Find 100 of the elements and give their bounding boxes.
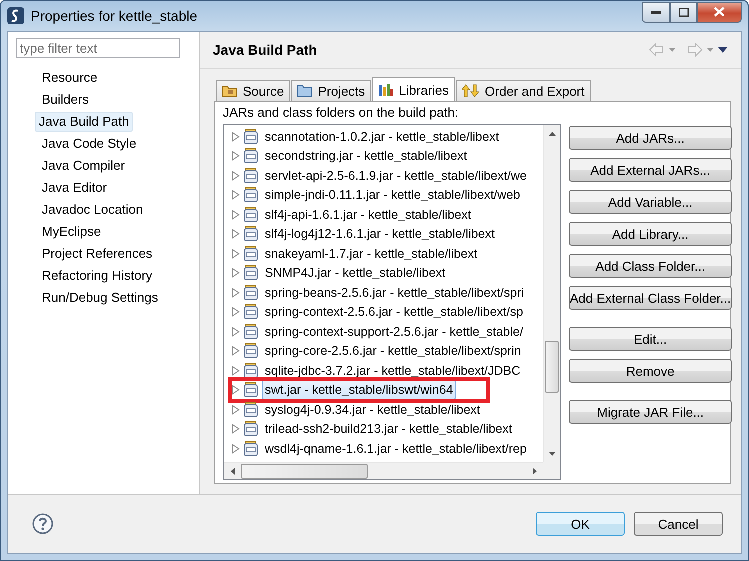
expand-icon[interactable] <box>232 288 240 298</box>
scroll-thumb[interactable] <box>545 341 559 393</box>
library-item[interactable]: servlet-api-2.5-6.1.9.jar - kettle_stable/libext/we <box>262 166 530 186</box>
sidebar-item[interactable]: Resource <box>38 68 102 88</box>
expand-icon[interactable] <box>232 190 240 200</box>
filter-field[interactable]: type filter text <box>16 38 180 58</box>
library-item[interactable]: spring-core-2.5.6.jar - kettle_stable/libext/sprin <box>262 341 524 362</box>
library-item[interactable]: spring-context-support-2.5.6.jar - kettle_stable/ <box>262 322 526 342</box>
library-item[interactable]: simple-jndi-0.11.1.jar - kettle_stable/libext/web <box>262 185 524 206</box>
sidebar-item[interactable]: Builders <box>38 90 93 110</box>
app-logo-icon <box>7 7 25 25</box>
folder-icon <box>297 84 314 98</box>
maximize-icon <box>678 8 688 16</box>
action-button[interactable]: Add Library... <box>569 222 732 246</box>
expand-icon[interactable] <box>232 424 240 434</box>
tab[interactable]: Libraries <box>372 77 456 102</box>
sidebar-item[interactable]: Java Build Path <box>35 112 134 132</box>
jar-icon <box>244 226 258 242</box>
jar-icon <box>244 206 258 223</box>
library-item[interactable]: wsdl4j-qname-1.6.1.jar - kettle_stable/libext/rep <box>262 438 530 459</box>
library-item[interactable]: syslog4j-0.9.34.jar - kettle_stable/libext <box>262 400 484 420</box>
close-button[interactable] <box>697 2 742 22</box>
back-arrow-icon[interactable] <box>649 43 679 57</box>
library-item[interactable]: SNMP4J.jar - kettle_stable/libext <box>262 263 449 284</box>
sidebar-item[interactable]: Refactoring History <box>38 266 157 286</box>
minimize-icon <box>651 10 661 14</box>
dialog-button[interactable]: Cancel <box>634 512 723 536</box>
maximize-button[interactable] <box>670 2 697 22</box>
action-button[interactable]: Remove <box>569 359 732 383</box>
expand-icon[interactable] <box>232 210 240 220</box>
action-button[interactable]: Add JARs... <box>569 126 732 150</box>
expand-icon[interactable] <box>232 326 240 337</box>
library-item[interactable]: scannotation-1.0.2.jar - kettle_stable/libext <box>262 126 502 147</box>
library-item[interactable]: spring-beans-2.5.6.jar - kettle_stable/libext/spri <box>262 282 528 303</box>
sidebar-item[interactable]: Java Editor <box>38 178 112 198</box>
expand-icon[interactable] <box>232 170 240 181</box>
jar-icon <box>244 304 258 320</box>
window-title: Properties for kettle_stable <box>31 8 199 24</box>
scroll-thumb[interactable] <box>241 464 368 478</box>
library-item[interactable]: sqlite-jdbc-3.7.2.jar - kettle_stable/libext/JDBC <box>262 360 524 381</box>
expand-icon[interactable] <box>232 346 240 356</box>
sidebar-item[interactable]: Project References <box>38 244 157 264</box>
up-down-arrows-icon <box>462 84 480 98</box>
expand-icon[interactable] <box>232 404 240 415</box>
jar-icon <box>244 128 258 145</box>
expand-icon[interactable] <box>232 307 240 318</box>
sidebar-item[interactable]: MyEclipse <box>38 222 106 242</box>
jar-icon <box>244 265 258 282</box>
vertical-scrollbar[interactable] <box>543 125 560 462</box>
library-item[interactable]: snakeyaml-1.7.jar - kettle_stable/libext <box>262 244 481 264</box>
jar-icon <box>244 246 258 262</box>
jar-icon <box>244 343 258 360</box>
library-item[interactable]: swt.jar - kettle_stable/libswt/win64 <box>262 380 456 400</box>
jar-icon <box>244 421 258 438</box>
action-button[interactable]: Add Class Folder... <box>569 254 732 278</box>
library-item[interactable]: slf4j-api-1.6.1.jar - kettle_stable/libext <box>262 204 474 225</box>
action-button[interactable]: Add Variable... <box>569 190 732 214</box>
expand-icon[interactable] <box>232 444 240 454</box>
tab[interactable]: Projects <box>291 80 372 102</box>
page-title: Java Build Path <box>213 42 318 58</box>
scroll-up-icon[interactable] <box>549 132 556 136</box>
tab[interactable]: Order and Export <box>456 80 591 102</box>
sidebar-item[interactable]: Java Compiler <box>38 156 130 176</box>
books-icon <box>378 83 394 97</box>
expand-icon[interactable] <box>232 366 240 376</box>
action-button[interactable]: Add External JARs... <box>569 158 732 182</box>
sidebar-item[interactable]: Javadoc Location <box>38 200 148 220</box>
package-folder-icon <box>222 84 238 98</box>
expand-icon[interactable] <box>232 248 240 259</box>
tab[interactable]: Source <box>216 80 290 102</box>
close-icon <box>714 7 725 17</box>
jar-icon <box>244 187 258 204</box>
expand-icon[interactable] <box>232 151 240 162</box>
minimize-button[interactable] <box>642 2 670 22</box>
horizontal-scrollbar[interactable] <box>224 462 543 479</box>
library-item[interactable]: secondstring.jar - kettle_stable/libext <box>262 146 470 166</box>
jar-icon <box>244 168 258 184</box>
library-item[interactable]: trilead-ssh2-build213.jar - kettle_stable/libext <box>262 419 516 440</box>
expand-icon[interactable] <box>232 132 240 142</box>
expand-icon[interactable] <box>232 229 240 240</box>
scroll-right-icon[interactable] <box>532 468 536 474</box>
list-caption: JARs and class folders on the build path: <box>223 105 460 120</box>
jar-icon <box>244 324 258 340</box>
scroll-left-icon[interactable] <box>230 468 234 474</box>
jar-icon <box>244 284 258 301</box>
library-item[interactable]: spring-context-2.5.6.jar - kettle_stable/libext/sp <box>262 302 526 322</box>
help-icon[interactable] <box>32 513 54 535</box>
menu-dropdown-icon[interactable] <box>717 46 729 54</box>
jar-icon <box>244 362 258 379</box>
dialog-button[interactable]: OK <box>536 512 625 536</box>
sidebar-item[interactable]: Java Code Style <box>38 134 141 154</box>
jar-icon <box>244 440 258 457</box>
sidebar-item[interactable]: Run/Debug Settings <box>38 288 162 308</box>
action-button[interactable]: Migrate JAR File... <box>569 400 732 424</box>
expand-icon[interactable] <box>232 268 240 278</box>
action-button[interactable]: Edit... <box>569 327 732 351</box>
expand-icon[interactable] <box>232 385 240 396</box>
library-item[interactable]: slf4j-log4j12-1.6.1.jar - kettle_stable/libext <box>262 224 498 244</box>
scroll-down-icon[interactable] <box>549 452 556 456</box>
action-button[interactable]: Add External Class Folder... <box>569 286 732 310</box>
